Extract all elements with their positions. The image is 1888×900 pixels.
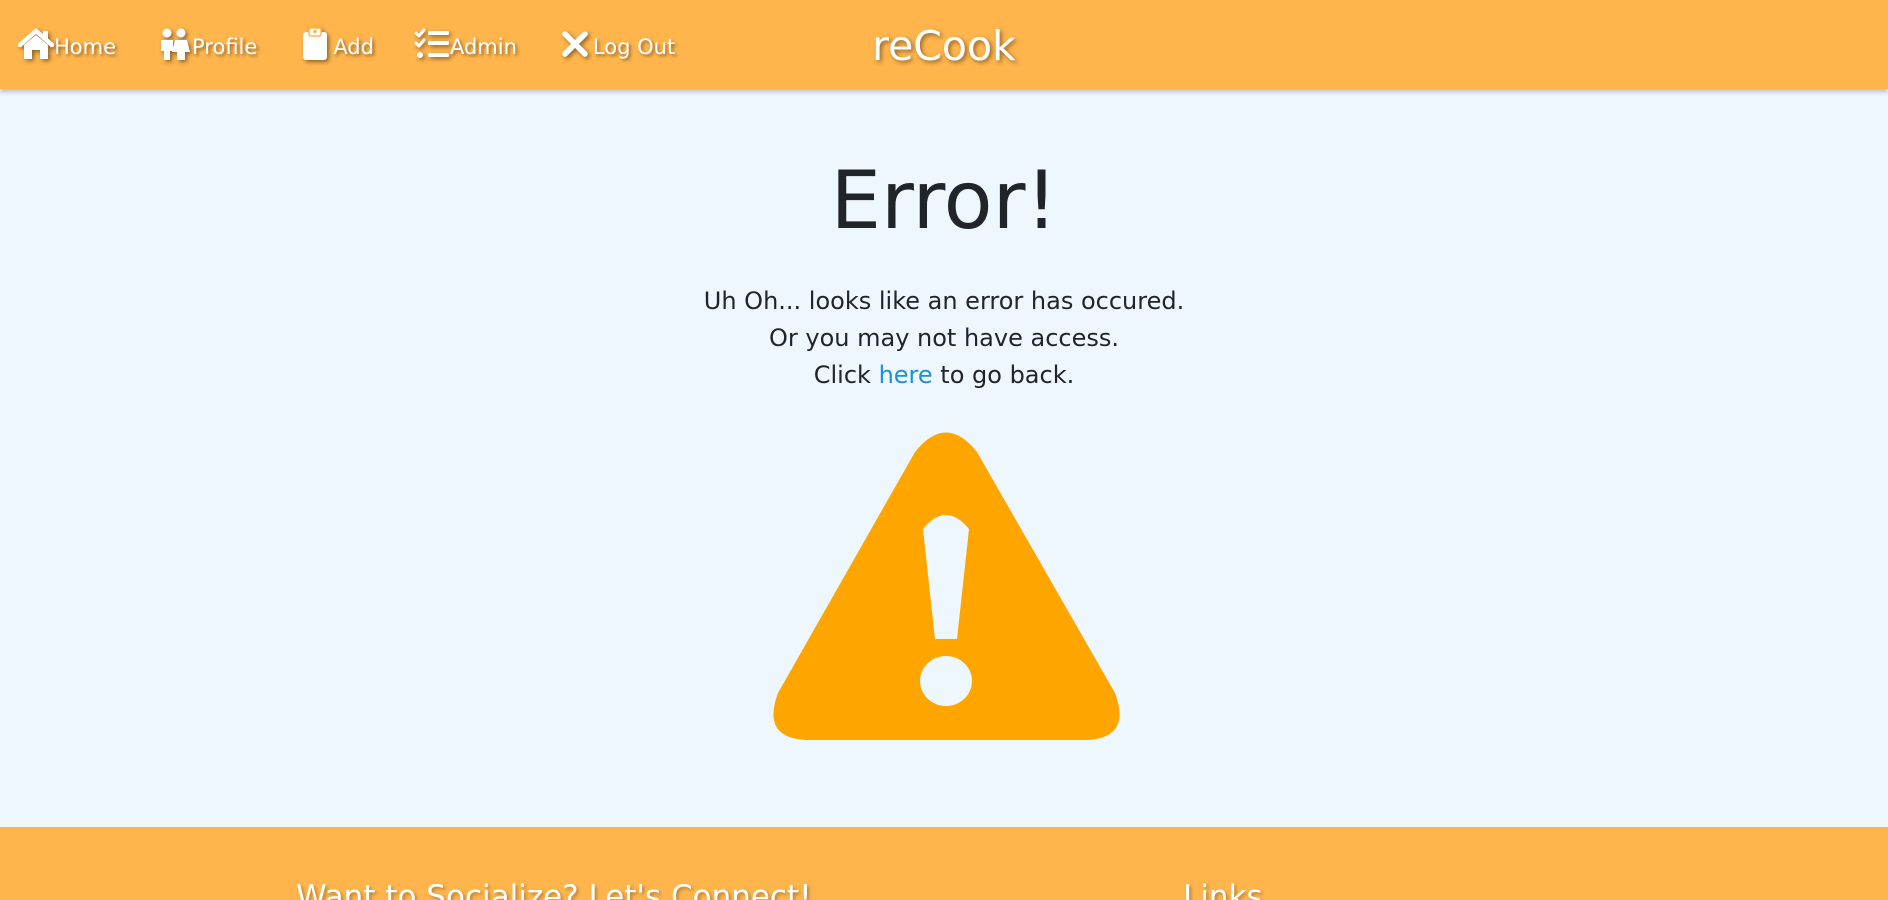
page-footer: Want to Socialize? Let's Connect! Links	[0, 827, 1888, 900]
error-message: Uh Oh... looks like an error has occured…	[0, 283, 1888, 394]
clipboard-icon	[295, 26, 335, 62]
nav-home-link[interactable]: Home	[16, 26, 116, 62]
close-icon	[555, 26, 595, 62]
error-line-3: Click here to go back.	[0, 357, 1888, 394]
nav-add-label: Add	[333, 35, 374, 59]
nav-home-label: Home	[54, 35, 117, 59]
footer-links-heading: Links	[1183, 879, 1263, 900]
home-icon	[16, 26, 56, 62]
nav-profile-link[interactable]: Profile	[154, 26, 257, 62]
nav-logout-label: Log Out	[592, 35, 676, 59]
brand-title[interactable]: reCook	[872, 22, 1016, 70]
error-content: Error! Uh Oh... looks like an error has …	[0, 89, 1888, 827]
nav-admin-label: Admin	[449, 35, 517, 59]
top-navbar: Home Profile Add Admin Log Out reCook	[0, 0, 1888, 89]
nav-logout-link[interactable]: Log Out	[555, 26, 675, 62]
nav-add-link[interactable]: Add	[295, 26, 374, 62]
error-line-2: Or you may not have access.	[769, 324, 1119, 352]
users-icon	[154, 26, 194, 62]
nav-admin-link[interactable]: Admin	[412, 26, 517, 62]
footer-social-heading: Want to Socialize? Let's Connect!	[296, 879, 812, 900]
go-back-suffix: to go back.	[932, 361, 1075, 389]
warning-icon	[773, 432, 1120, 741]
error-line-1: Uh Oh... looks like an error has occured…	[703, 287, 1185, 315]
go-back-link[interactable]: here	[879, 361, 933, 389]
tasks-icon	[412, 26, 452, 62]
error-heading: Error!	[830, 154, 1058, 247]
nav-menu: Home Profile Add Admin Log Out	[16, 26, 713, 62]
nav-profile-label: Profile	[192, 35, 258, 59]
go-back-prefix: Click	[813, 361, 879, 389]
